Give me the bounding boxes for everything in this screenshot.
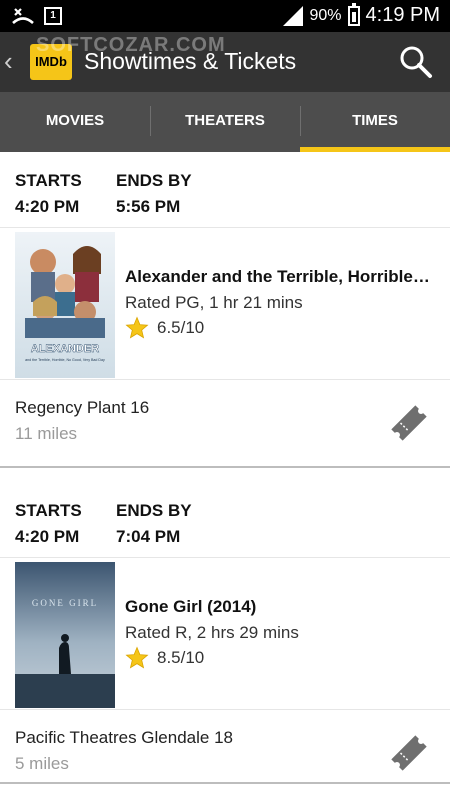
movie-title[interactable]: Gone Girl (2014) xyxy=(125,597,433,617)
showtime-times: STARTS 4:20 PM ENDS BY 5:56 PM xyxy=(0,152,450,228)
status-bar: 1 90% 4:19 PM xyxy=(0,0,450,32)
showtime-card: STARTS 4:20 PM ENDS BY 7:04 PM GONE GIRL… xyxy=(0,468,450,784)
showtimes-list: STARTS 4:20 PM ENDS BY 5:56 PM ALEXANDER… xyxy=(0,152,450,784)
poster-subtitle: and the Terrible, Horrible, No Good, Ver… xyxy=(25,358,105,362)
clock: 4:19 PM xyxy=(365,4,440,26)
theater-row[interactable]: Regency Plant 16 11 miles xyxy=(0,380,450,466)
starts-column: STARTS 4:20 PM xyxy=(15,168,82,220)
page-title: Showtimes & Tickets xyxy=(84,48,297,74)
back-icon[interactable]: ‹ xyxy=(4,46,13,77)
ticket-icon[interactable] xyxy=(386,730,432,776)
movie-score-value: 6.5/10 xyxy=(157,318,205,337)
app-bar: ‹ IMDb SOFTCOZAR.COM Showtimes & Tickets xyxy=(0,32,450,92)
movie-score-value: 8.5/10 xyxy=(157,648,205,667)
movie-row[interactable]: GONE GIRL Gone Girl (2014) Rated R, 2 hr… xyxy=(0,558,450,710)
theater-row[interactable]: Pacific Theatres Glendale 18 5 miles xyxy=(0,710,450,796)
movie-rating: Rated PG, 1 hr 21 mins xyxy=(125,293,303,312)
tab-bar: MOVIES THEATERS TIMES xyxy=(0,92,450,152)
theater-name[interactable]: Regency Plant 16 xyxy=(15,398,149,418)
movie-poster[interactable]: GONE GIRL xyxy=(15,562,115,708)
movie-row[interactable]: ALEXANDER and the Terrible, Horrible, No… xyxy=(0,228,450,380)
movie-poster[interactable]: ALEXANDER and the Terrible, Horrible, No… xyxy=(15,232,115,378)
poster-title: ALEXANDER xyxy=(31,343,100,355)
starts-label: STARTS xyxy=(15,171,82,190)
movie-score: 8.5/10 xyxy=(125,646,204,670)
battery-percent: 90% xyxy=(309,6,342,24)
movie-rating: Rated R, 2 hrs 29 mins xyxy=(125,623,299,642)
missed-call-icon xyxy=(12,8,34,25)
star-icon xyxy=(125,646,149,669)
showtime-card: STARTS 4:20 PM ENDS BY 5:56 PM ALEXANDER… xyxy=(0,152,450,468)
starts-column: STARTS 4:20 PM xyxy=(15,498,82,550)
starts-time: 4:20 PM xyxy=(15,197,80,216)
battery-icon xyxy=(347,2,360,26)
theater-distance: 11 miles xyxy=(15,424,78,443)
tab-movies[interactable]: MOVIES xyxy=(0,92,150,152)
signal-icon xyxy=(283,5,304,26)
tab-theaters[interactable]: THEATERS xyxy=(150,92,300,152)
ends-label: ENDS BY xyxy=(116,501,192,520)
theater-name[interactable]: Pacific Theatres Glendale 18 xyxy=(15,728,233,748)
ends-column: ENDS BY 7:04 PM xyxy=(116,498,192,550)
movie-score: 6.5/10 xyxy=(125,316,204,340)
showtime-times: STARTS 4:20 PM ENDS BY 7:04 PM xyxy=(0,482,450,558)
tab-times[interactable]: TIMES xyxy=(300,92,450,152)
ends-column: ENDS BY 5:56 PM xyxy=(116,168,192,220)
theater-distance: 5 miles xyxy=(15,754,69,773)
notification-count-icon: 1 xyxy=(44,7,62,25)
star-icon xyxy=(125,316,149,339)
ends-label: ENDS BY xyxy=(116,171,192,190)
starts-time: 4:20 PM xyxy=(15,527,80,546)
ends-time: 7:04 PM xyxy=(116,527,181,546)
ticket-icon[interactable] xyxy=(386,400,432,446)
poster-title: GONE GIRL xyxy=(32,598,98,608)
starts-label: STARTS xyxy=(15,501,82,520)
ends-time: 5:56 PM xyxy=(116,197,181,216)
movie-title[interactable]: Alexander and the Terrible, Horrible, No… xyxy=(125,267,433,287)
search-icon[interactable] xyxy=(396,42,436,82)
